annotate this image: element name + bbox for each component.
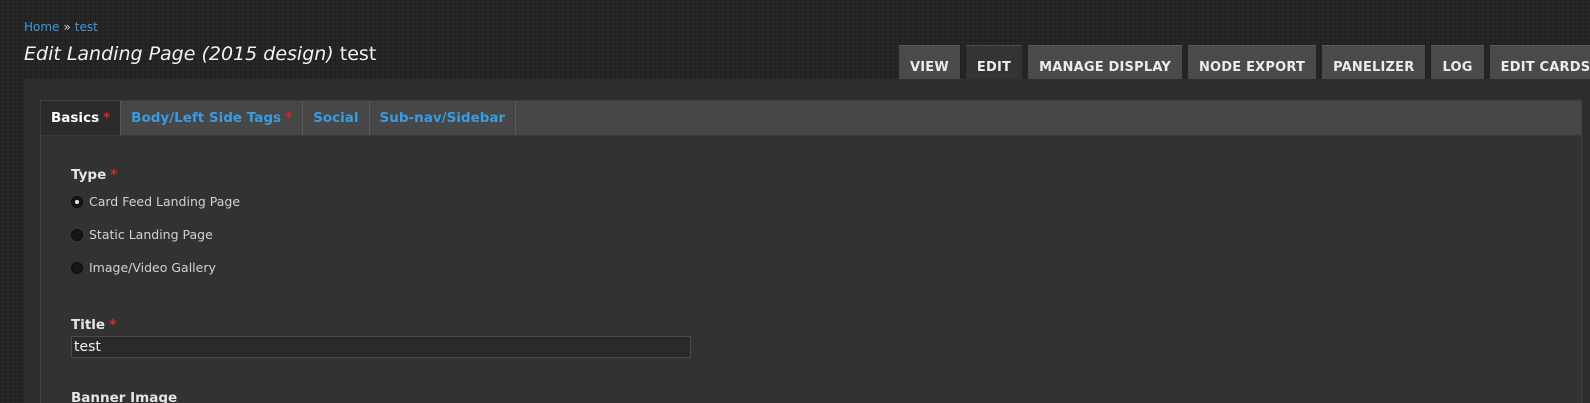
type-option-label: Card Feed Landing Page xyxy=(89,194,241,209)
title-input[interactable]: test xyxy=(71,336,691,358)
tab-node-export[interactable]: NODE EXPORT xyxy=(1187,45,1317,79)
tab-edit-cards[interactable]: EDIT CARDS xyxy=(1489,45,1590,79)
tab-log[interactable]: LOG xyxy=(1431,45,1484,79)
tab-edit[interactable]: EDIT xyxy=(965,45,1023,79)
vtab-social-label: Social xyxy=(313,110,359,126)
tab-view[interactable]: VIEW xyxy=(899,45,960,79)
breadcrumb-current-link[interactable]: test xyxy=(75,20,98,34)
type-option-label: Image/Video Gallery xyxy=(89,260,216,275)
type-option-static[interactable]: Static Landing Page xyxy=(71,227,213,242)
type-option-gallery[interactable]: Image/Video Gallery xyxy=(71,260,216,275)
breadcrumb-home-link[interactable]: Home xyxy=(24,20,59,34)
breadcrumb: Home » test xyxy=(24,20,98,34)
page-title: Edit Landing Page (2015 design) test xyxy=(24,43,376,65)
type-field-label: Type * xyxy=(71,167,117,183)
primary-tabs: VIEW EDIT MANAGE DISPLAY NODE EXPORT PAN… xyxy=(899,45,1590,79)
vtab-sub-nav-sidebar[interactable]: Sub-nav/Sidebar xyxy=(370,101,517,135)
vtab-body-left-side-tags[interactable]: Body/Left Side Tags * xyxy=(121,101,304,135)
required-marker: * xyxy=(285,110,293,126)
title-field-label: Title * xyxy=(71,317,116,333)
page-title-node: test xyxy=(339,43,377,65)
required-marker: * xyxy=(110,167,118,183)
page-header: Home » test Edit Landing Page (2015 design… xyxy=(0,0,1590,79)
type-option-card-feed[interactable]: Card Feed Landing Page xyxy=(71,194,240,209)
vertical-tabs-bar: Basics * Body/Left Side Tags * Social Sub-… xyxy=(41,101,1581,136)
vtab-basics-label: Basics xyxy=(51,110,100,126)
type-label-text: Type xyxy=(71,167,107,183)
vtab-subnav-label: Sub-nav/Sidebar xyxy=(379,110,506,126)
vtab-basics[interactable]: Basics * xyxy=(41,101,122,135)
vtab-body-label: Body/Left Side Tags xyxy=(131,110,282,126)
title-label-text: Title xyxy=(71,317,106,333)
radio-icon[interactable] xyxy=(71,261,83,274)
content-frame: Basics * Body/Left Side Tags * Social Sub-… xyxy=(24,79,1590,403)
breadcrumb-separator: » xyxy=(63,20,71,34)
vertical-tabs-panel: Basics * Body/Left Side Tags * Social Sub-… xyxy=(40,100,1582,403)
radio-icon[interactable] xyxy=(71,228,83,241)
banner-image-label: Banner Image xyxy=(71,390,178,403)
vtab-social[interactable]: Social xyxy=(303,101,370,135)
type-option-label: Static Landing Page xyxy=(89,227,213,242)
radio-checked-icon[interactable] xyxy=(71,195,83,208)
page-title-prefix: Edit Landing Page (2015 design) xyxy=(24,43,334,65)
tab-manage-display[interactable]: MANAGE DISPLAY xyxy=(1028,45,1182,79)
required-marker: * xyxy=(109,317,117,333)
required-marker: * xyxy=(103,110,111,126)
tab-panelizer[interactable]: PANELIZER xyxy=(1322,45,1426,79)
